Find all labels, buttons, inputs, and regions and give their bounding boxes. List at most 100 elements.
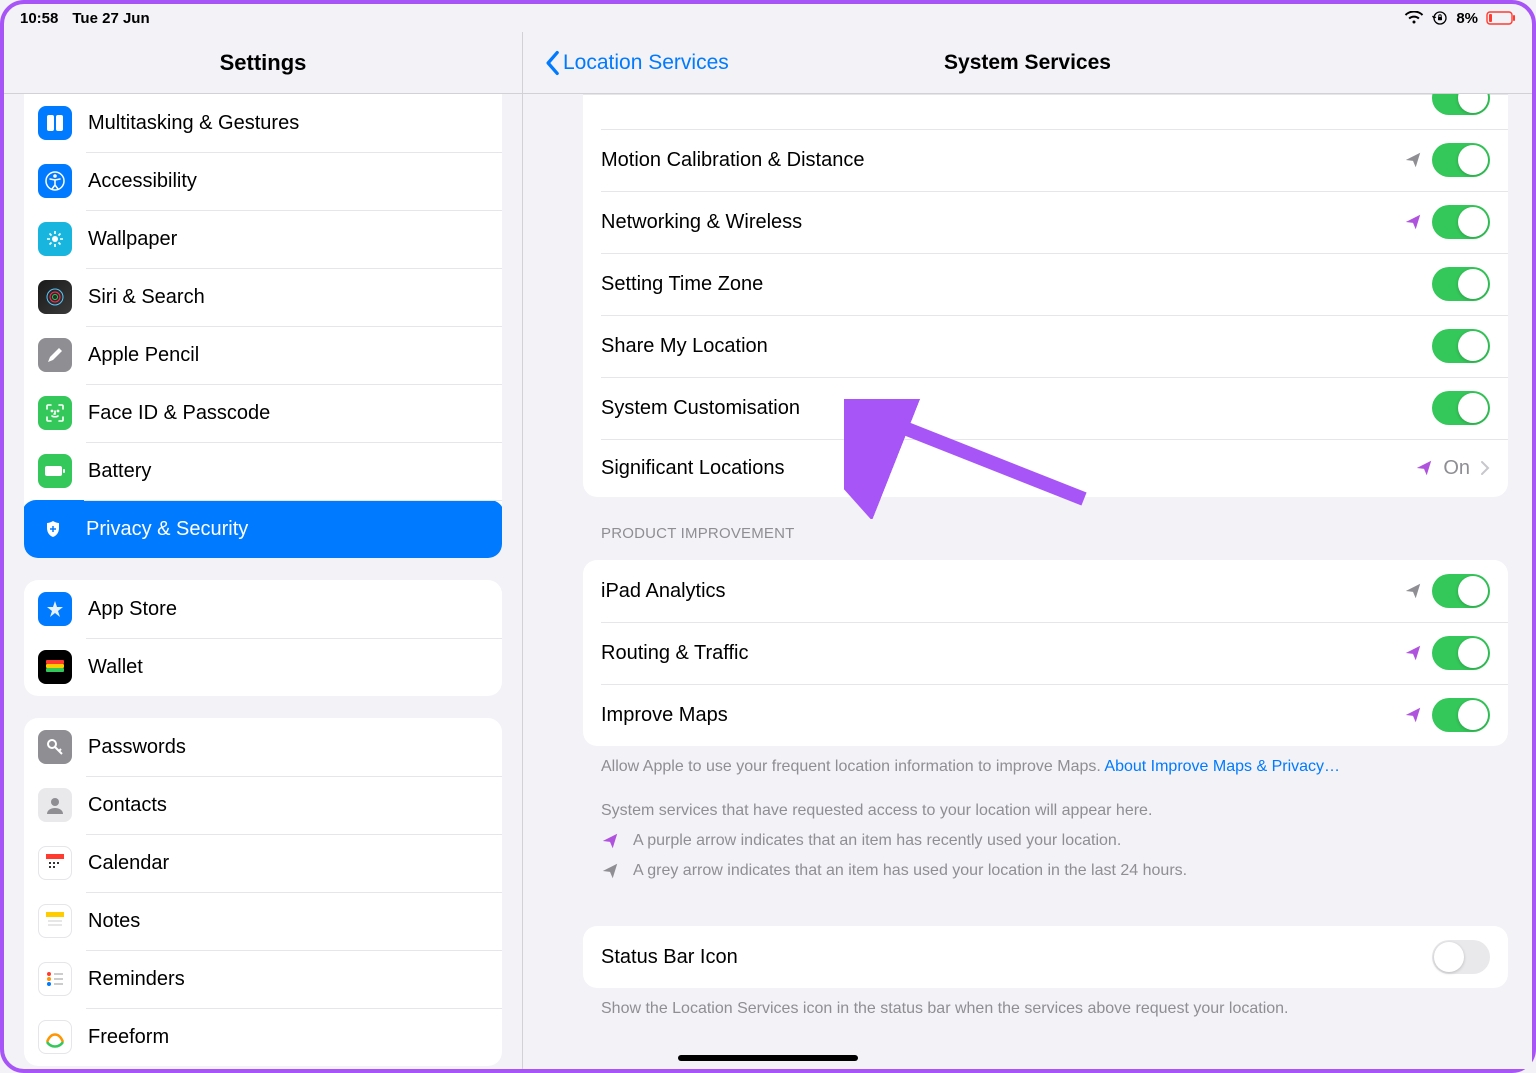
row-share-my-location[interactable]: Share My Location [583, 315, 1508, 377]
toggle[interactable] [1432, 329, 1490, 363]
sidebar-item-privacy[interactable]: Privacy & Security [24, 500, 502, 558]
legend-intro: System services that have requested acce… [601, 802, 1490, 820]
toggle[interactable] [1432, 574, 1490, 608]
sidebar-item-battery[interactable]: Battery [24, 442, 502, 500]
sidebar-item-label: Accessibility [88, 170, 197, 193]
sidebar-item-label: Wallpaper [88, 228, 177, 251]
detail-pane: Location Services System Services Motion… [523, 32, 1532, 1069]
sidebar-item-freeform[interactable]: Freeform [24, 1008, 502, 1066]
row-motion-calibration[interactable]: Motion Calibration & Distance [583, 129, 1508, 191]
location-arrow-icon [1404, 151, 1422, 169]
improve-maps-privacy-link[interactable]: About Improve Maps & Privacy… [1104, 758, 1340, 775]
sidebar-item-label: Passwords [88, 736, 186, 759]
row-label: System Customisation [601, 397, 1432, 420]
row-ipad-analytics[interactable]: iPad Analytics [583, 560, 1508, 622]
legend-grey-text: A grey arrow indicates that an item has … [633, 862, 1187, 880]
sidebar-item-contacts[interactable]: Contacts [24, 776, 502, 834]
siri-icon [38, 280, 72, 314]
calendar-icon [38, 846, 72, 880]
row-significant-locations[interactable]: Significant Locations On [583, 439, 1508, 497]
sidebar-item-label: Face ID & Passcode [88, 402, 270, 425]
settings-sidebar: Settings Multitasking & Gestures Accessi… [4, 32, 523, 1069]
home-indicator [678, 1055, 858, 1061]
contacts-icon [38, 788, 72, 822]
toggle[interactable] [1432, 636, 1490, 670]
accessibility-icon [38, 164, 72, 198]
sidebar-item-label: Reminders [88, 968, 185, 991]
sidebar-item-multitasking[interactable]: Multitasking & Gestures [24, 94, 502, 152]
sidebar-item-label: App Store [88, 598, 177, 621]
toggle[interactable] [1432, 267, 1490, 301]
sidebar-item-label: Notes [88, 910, 140, 933]
location-arrow-icon [1404, 213, 1422, 231]
section-header: PRODUCT IMPROVEMENT [583, 497, 1508, 550]
row-setting-time-zone[interactable]: Setting Time Zone [583, 253, 1508, 315]
location-arrow-icon [1404, 706, 1422, 724]
sidebar-item-label: Freeform [88, 1026, 169, 1049]
wallpaper-icon [38, 222, 72, 256]
sidebar-item-notes[interactable]: Notes [24, 892, 502, 950]
sidebar-item-label: Calendar [88, 852, 169, 875]
section-footer: Allow Apple to use your frequent locatio… [583, 746, 1508, 778]
row-routing-traffic[interactable]: Routing & Traffic [583, 622, 1508, 684]
sidebar-item-label: Multitasking & Gestures [88, 112, 299, 135]
back-label: Location Services [563, 51, 729, 75]
sidebar-item-label: Apple Pencil [88, 344, 199, 367]
status-time: 10:58 [20, 10, 58, 27]
legend-purple-text: A purple arrow indicates that an item ha… [633, 832, 1121, 850]
sidebar-item-wallpaper[interactable]: Wallpaper [24, 210, 502, 268]
sidebar-item-label: Siri & Search [88, 286, 205, 309]
battery-icon [1486, 11, 1516, 25]
toggle-row[interactable] [583, 94, 1508, 129]
reminders-icon [38, 962, 72, 996]
row-label: Share My Location [601, 335, 1432, 358]
row-label: Networking & Wireless [601, 211, 1404, 234]
sidebar-item-label: Wallet [88, 656, 143, 679]
location-arrow-icon [1404, 644, 1422, 662]
sidebar-item-label: Privacy & Security [86, 518, 248, 541]
wallet-icon [38, 650, 72, 684]
toggle[interactable] [1432, 205, 1490, 239]
freeform-icon [38, 1020, 72, 1054]
section-footer: Show the Location Services icon in the s… [583, 988, 1508, 1020]
row-status-bar-icon[interactable]: Status Bar Icon [583, 926, 1508, 988]
chevron-right-icon [1480, 460, 1490, 476]
toggle[interactable] [1432, 698, 1490, 732]
notes-icon [38, 904, 72, 938]
sidebar-item-pencil[interactable]: Apple Pencil [24, 326, 502, 384]
sidebar-item-faceid[interactable]: Face ID & Passcode [24, 384, 502, 442]
sidebar-item-reminders[interactable]: Reminders [24, 950, 502, 1008]
battery-icon [38, 454, 72, 488]
toggle[interactable] [1432, 391, 1490, 425]
sidebar-item-wallet[interactable]: Wallet [24, 638, 502, 696]
toggle[interactable] [1432, 143, 1490, 177]
sidebar-item-siri[interactable]: Siri & Search [24, 268, 502, 326]
row-label: Setting Time Zone [601, 273, 1432, 296]
row-value: On [1443, 457, 1470, 480]
row-label: Improve Maps [601, 704, 1404, 727]
faceid-icon [38, 396, 72, 430]
row-networking-wireless[interactable]: Networking & Wireless [583, 191, 1508, 253]
sidebar-title: Settings [4, 32, 522, 94]
sidebar-item-appstore[interactable]: App Store [24, 580, 502, 638]
multitasking-icon [38, 106, 72, 140]
row-system-customisation[interactable]: System Customisation [583, 377, 1508, 439]
appstore-icon [38, 592, 72, 626]
sidebar-item-accessibility[interactable]: Accessibility [24, 152, 502, 210]
privacy-icon [36, 512, 70, 546]
sidebar-item-calendar[interactable]: Calendar [24, 834, 502, 892]
row-improve-maps[interactable]: Improve Maps [583, 684, 1508, 746]
battery-percent: 8% [1456, 10, 1478, 27]
toggle[interactable] [1432, 94, 1490, 115]
location-arrow-icon [1404, 582, 1422, 600]
sidebar-item-label: Battery [88, 460, 151, 483]
sidebar-item-label: Contacts [88, 794, 167, 817]
status-date: Tue 27 Jun [72, 10, 149, 27]
back-button[interactable]: Location Services [543, 50, 729, 76]
toggle[interactable] [1432, 940, 1490, 974]
sidebar-item-passwords[interactable]: Passwords [24, 718, 502, 776]
chevron-left-icon [543, 50, 561, 76]
location-arrow-icon [1415, 459, 1433, 477]
row-label: iPad Analytics [601, 580, 1404, 603]
key-icon [38, 730, 72, 764]
